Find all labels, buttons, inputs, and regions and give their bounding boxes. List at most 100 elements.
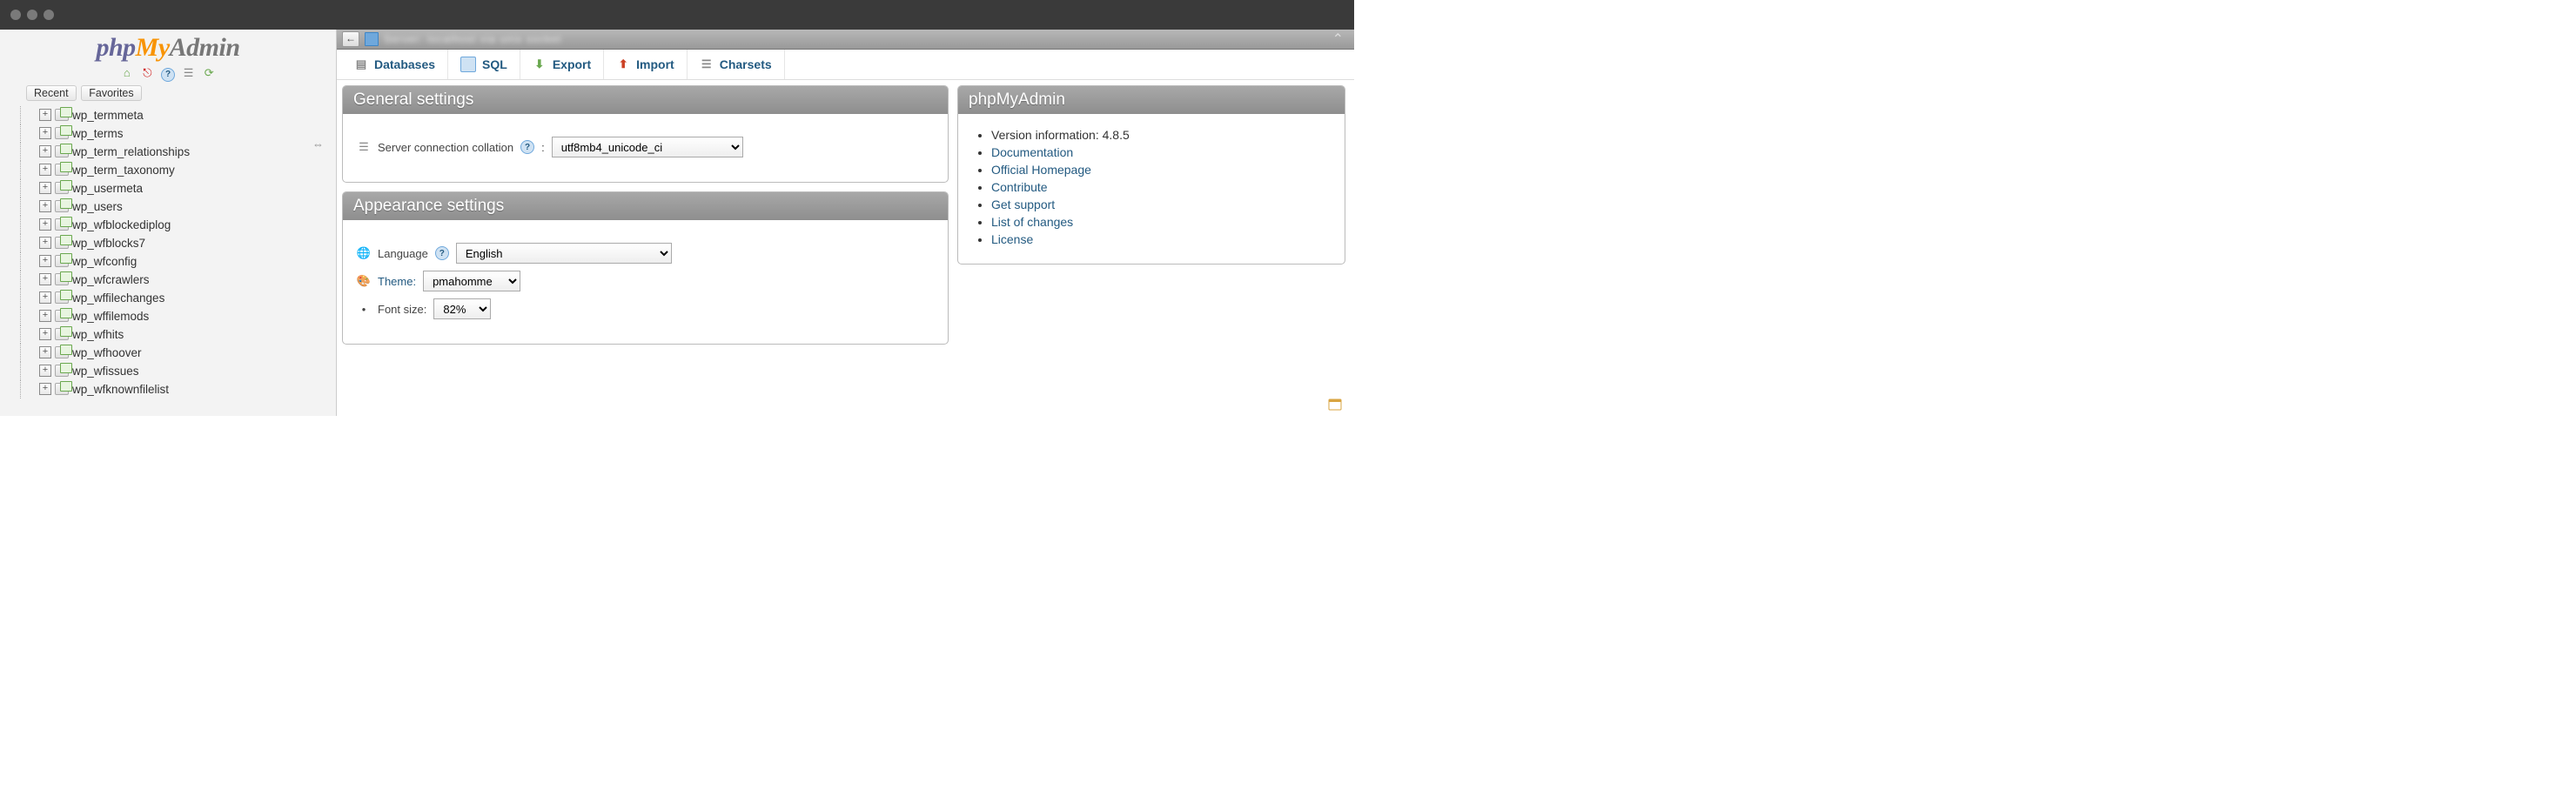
- link-documentation[interactable]: Documentation: [991, 145, 1073, 159]
- expand-icon[interactable]: +: [39, 273, 51, 285]
- table-name: wp_wfissues: [72, 365, 139, 378]
- table-icon: [55, 365, 69, 377]
- breadcrumb-server[interactable]: Server: localhost via unix socket: [384, 33, 561, 45]
- table-icon: [55, 291, 69, 304]
- expand-icon[interactable]: +: [39, 365, 51, 377]
- table-name: wp_terms: [72, 127, 124, 140]
- link-changes[interactable]: List of changes: [991, 215, 1073, 229]
- theme-select[interactable]: pmahomme: [423, 271, 520, 291]
- logo-part-admin: Admin: [170, 33, 240, 62]
- charsets-icon: ☰: [700, 57, 714, 71]
- language-label: Language: [378, 247, 428, 260]
- table-row[interactable]: +wp_term_taxonomy: [39, 161, 336, 179]
- table-row[interactable]: + wp_wfcrawlers: [39, 271, 336, 289]
- scheduler-icon[interactable]: [1328, 397, 1342, 411]
- general-settings-panel: General settings ☰ Server connection col…: [342, 85, 949, 183]
- table-row[interactable]: +wp_wfblockediplog: [39, 216, 336, 234]
- logout-icon[interactable]: ⎋: [140, 66, 154, 80]
- expand-icon[interactable]: +: [39, 127, 51, 139]
- close-window-button[interactable]: [10, 10, 21, 20]
- about-list: Version information: 4.8.5 Documentation…: [972, 126, 1331, 248]
- link-support[interactable]: Get support: [991, 198, 1055, 211]
- table-name: wp_wfcrawlers: [72, 273, 150, 286]
- table-row[interactable]: + wp_wfhits: [39, 325, 336, 344]
- table-row[interactable]: +wp_usermeta: [39, 179, 336, 198]
- expand-icon[interactable]: +: [39, 164, 51, 176]
- help-icon[interactable]: ?: [520, 140, 534, 154]
- expand-icon[interactable]: +: [39, 200, 51, 212]
- table-row[interactable]: +wp_wfconfig: [39, 252, 336, 271]
- table-row[interactable]: + wp_terms: [39, 124, 336, 143]
- fontsize-select[interactable]: 82%: [433, 298, 491, 319]
- table-icon: [55, 346, 69, 358]
- table-icon: [55, 255, 69, 267]
- tab-export[interactable]: ⬇ Export: [520, 50, 604, 79]
- tab-label: Export: [553, 57, 591, 71]
- mac-titlebar: [0, 0, 1354, 30]
- table-row[interactable]: + wp_wfissues: [39, 362, 336, 380]
- expand-icon[interactable]: +: [39, 218, 51, 231]
- tab-databases[interactable]: ▤ Databases: [342, 50, 448, 79]
- expand-icon[interactable]: +: [39, 237, 51, 249]
- table-row[interactable]: +wp_wfblocks7: [39, 234, 336, 252]
- expand-icon[interactable]: +: [39, 291, 51, 304]
- table-name: wp_wffilechanges: [72, 291, 164, 305]
- table-row[interactable]: +wp_term_relationships: [39, 143, 336, 161]
- table-name: wp_termmeta: [72, 109, 144, 122]
- table-icon: [55, 328, 69, 340]
- expand-icon[interactable]: +: [39, 383, 51, 395]
- reload-icon[interactable]: ⟳: [202, 66, 216, 80]
- table-row[interactable]: +wp_wfknownfilelist: [39, 380, 336, 398]
- logo-part-php: php: [96, 33, 135, 62]
- tab-recent[interactable]: Recent: [26, 85, 77, 101]
- home-icon[interactable]: ⌂: [120, 66, 134, 80]
- zoom-window-button[interactable]: [44, 10, 54, 20]
- table-name: wp_wfhits: [72, 328, 124, 341]
- logo-part-my: My: [136, 33, 170, 62]
- expand-icon[interactable]: +: [39, 328, 51, 340]
- version-label: Version information:: [991, 128, 1103, 142]
- collation-icon: ☰: [357, 140, 371, 154]
- expand-icon[interactable]: +: [39, 255, 51, 267]
- table-row[interactable]: + wp_termmeta: [39, 106, 336, 124]
- expand-icon[interactable]: +: [39, 182, 51, 194]
- link-contribute[interactable]: Contribute: [991, 180, 1048, 194]
- collapse-topbar-icon[interactable]: ⌃: [1332, 30, 1349, 48]
- table-icon: [55, 273, 69, 285]
- help-icon[interactable]: ?: [435, 246, 449, 260]
- database-tree: + wp_termmeta + wp_terms +wp_term_relationsh…: [0, 104, 336, 398]
- table-icon: [55, 182, 69, 194]
- bullet-icon: ●: [357, 302, 371, 316]
- breadcrumb-back-button[interactable]: ←: [342, 31, 359, 47]
- settings-icon[interactable]: ☰: [182, 66, 196, 80]
- panel-title: phpMyAdmin: [958, 86, 1345, 114]
- tab-sql[interactable]: SQL: [448, 50, 520, 79]
- phpmyadmin-logo[interactable]: phpMyAdmin: [0, 30, 336, 64]
- table-icon: [55, 109, 69, 121]
- appearance-settings-panel: Appearance settings 🌐 Language ? English: [342, 191, 949, 345]
- table-row[interactable]: +wp_users: [39, 198, 336, 216]
- table-row[interactable]: + wp_wffilemods: [39, 307, 336, 325]
- expand-icon[interactable]: +: [39, 109, 51, 121]
- table-icon: [55, 200, 69, 212]
- table-row[interactable]: + wp_wffilechanges: [39, 289, 336, 307]
- table-icon: [55, 164, 69, 176]
- table-name: wp_wffilemods: [72, 310, 149, 323]
- link-homepage[interactable]: Official Homepage: [991, 163, 1091, 177]
- table-icon: [55, 145, 69, 157]
- collation-select[interactable]: utf8mb4_unicode_ci: [552, 137, 743, 157]
- minimize-window-button[interactable]: [27, 10, 37, 20]
- tab-favorites[interactable]: Favorites: [81, 85, 141, 101]
- link-license[interactable]: License: [991, 232, 1033, 246]
- table-icon: [55, 383, 69, 395]
- expand-icon[interactable]: +: [39, 310, 51, 322]
- language-select[interactable]: English: [456, 243, 672, 264]
- table-row[interactable]: +wp_wfhoover: [39, 344, 336, 362]
- expand-icon[interactable]: +: [39, 346, 51, 358]
- theme-label[interactable]: Theme:: [378, 275, 416, 288]
- docs-icon[interactable]: ?: [161, 66, 175, 80]
- tab-import[interactable]: ⬆ Import: [604, 50, 688, 79]
- theme-icon: 🎨: [357, 274, 371, 288]
- expand-icon[interactable]: +: [39, 145, 51, 157]
- tab-charsets[interactable]: ☰ Charsets: [688, 50, 785, 79]
